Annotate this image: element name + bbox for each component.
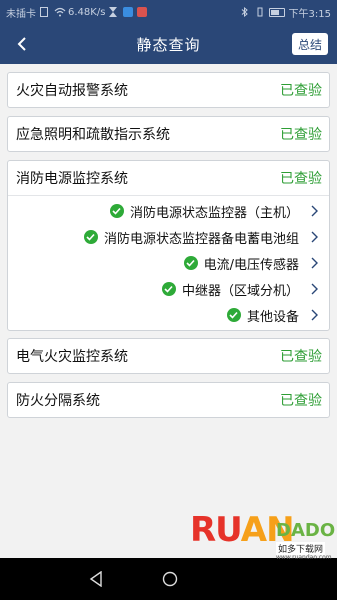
system-name: 火灾自动报警系统 <box>16 83 128 99</box>
clock: 下午3:15 <box>288 8 331 20</box>
carrier-label: 未插卡 <box>6 8 36 20</box>
device-row[interactable]: 其他设备 <box>8 302 329 328</box>
watermark-url: www.ruandao.com <box>276 554 332 561</box>
device-row[interactable]: 消防电源状态监控器（主机） <box>8 198 329 224</box>
bluetooth-icon <box>241 6 251 18</box>
system-name: 电气火灾监控系统 <box>16 349 128 365</box>
system-row[interactable]: 火灾自动报警系统 已查验 <box>8 73 329 107</box>
check-circle-icon <box>83 230 98 244</box>
system-status: 已查验 <box>280 349 322 365</box>
device-label: 其他设备 <box>246 309 299 325</box>
app-icon <box>123 7 134 17</box>
chevron-left-icon <box>17 37 26 51</box>
chevron-right-icon <box>311 282 321 296</box>
system-row[interactable]: 防火分隔系统 已查验 <box>8 383 329 417</box>
network-speed: 6.48K/s <box>68 6 106 18</box>
system-status: 已查验 <box>280 171 322 187</box>
watermark-logo: RUAN DADO 如多下载网 www.ruandao.com <box>190 510 337 600</box>
watermark-brand-tail: DADO <box>276 520 336 541</box>
system-card-fire-alarm[interactable]: 火灾自动报警系统 已查验 <box>7 72 330 108</box>
check-circle-icon <box>161 282 176 296</box>
system-name: 防火分隔系统 <box>16 393 100 409</box>
device-label: 中继器（区域分机） <box>181 283 299 299</box>
system-status: 已查验 <box>280 393 322 409</box>
check-circle-icon <box>226 308 241 322</box>
system-row[interactable]: 电气火灾监控系统 已查验 <box>8 339 329 373</box>
chevron-right-icon <box>311 308 321 322</box>
page-title: 静态查询 <box>136 35 201 54</box>
notification-icon <box>137 7 148 17</box>
battery-icon <box>268 7 285 17</box>
chevron-right-icon <box>311 230 321 244</box>
device-label: 电流/电压传感器 <box>203 257 299 273</box>
hourglass-icon <box>109 7 119 17</box>
system-name: 应急照明和疏散指示系统 <box>16 127 170 143</box>
device-row[interactable]: 消防电源状态监控器备电蓄电池组 <box>8 224 329 250</box>
check-circle-icon <box>183 256 198 270</box>
sim-icon <box>40 7 50 17</box>
top-app-bar: 静态查询 总结 <box>0 24 337 64</box>
device-label: 消防电源状态监控器备电蓄电池组 <box>103 231 299 247</box>
home-nav-button[interactable] <box>160 570 180 588</box>
wifi-icon <box>54 7 66 17</box>
check-circle-icon <box>109 204 124 218</box>
device-row[interactable]: 中继器（区域分机） <box>8 276 329 302</box>
system-row[interactable]: 应急照明和疏散指示系统 已查验 <box>8 117 329 151</box>
chevron-right-icon <box>311 256 321 270</box>
device-list: 消防电源状态监控器（主机） 消防电源状态监控器备电蓄电池组 电流/电压传感器 中… <box>8 195 329 330</box>
system-card-fire-separation[interactable]: 防火分隔系统 已查验 <box>7 382 330 418</box>
back-nav-button[interactable] <box>86 570 106 588</box>
summary-button[interactable]: 总结 <box>292 33 328 55</box>
status-bar: 未插卡 6.48K/s 下午3:15 <box>0 0 337 24</box>
circle-home-icon <box>162 571 178 587</box>
chevron-right-icon <box>311 204 321 218</box>
system-status: 已查验 <box>280 83 322 99</box>
back-button[interactable] <box>10 32 34 56</box>
system-status: 已查验 <box>280 127 322 143</box>
system-name: 消防电源监控系统 <box>16 171 128 187</box>
device-label: 消防电源状态监控器（主机） <box>129 205 299 221</box>
vibrate-icon <box>255 7 265 17</box>
system-card-emergency-lighting[interactable]: 应急照明和疏散指示系统 已查验 <box>7 116 330 152</box>
triangle-back-icon <box>89 571 102 587</box>
system-card-electrical-fire[interactable]: 电气火灾监控系统 已查验 <box>7 338 330 374</box>
device-row[interactable]: 电流/电压传感器 <box>8 250 329 276</box>
system-card-power-monitoring: 消防电源监控系统 已查验 消防电源状态监控器（主机） 消防电源状态监控器备电蓄电… <box>7 160 330 331</box>
system-row[interactable]: 消防电源监控系统 已查验 <box>8 161 329 195</box>
